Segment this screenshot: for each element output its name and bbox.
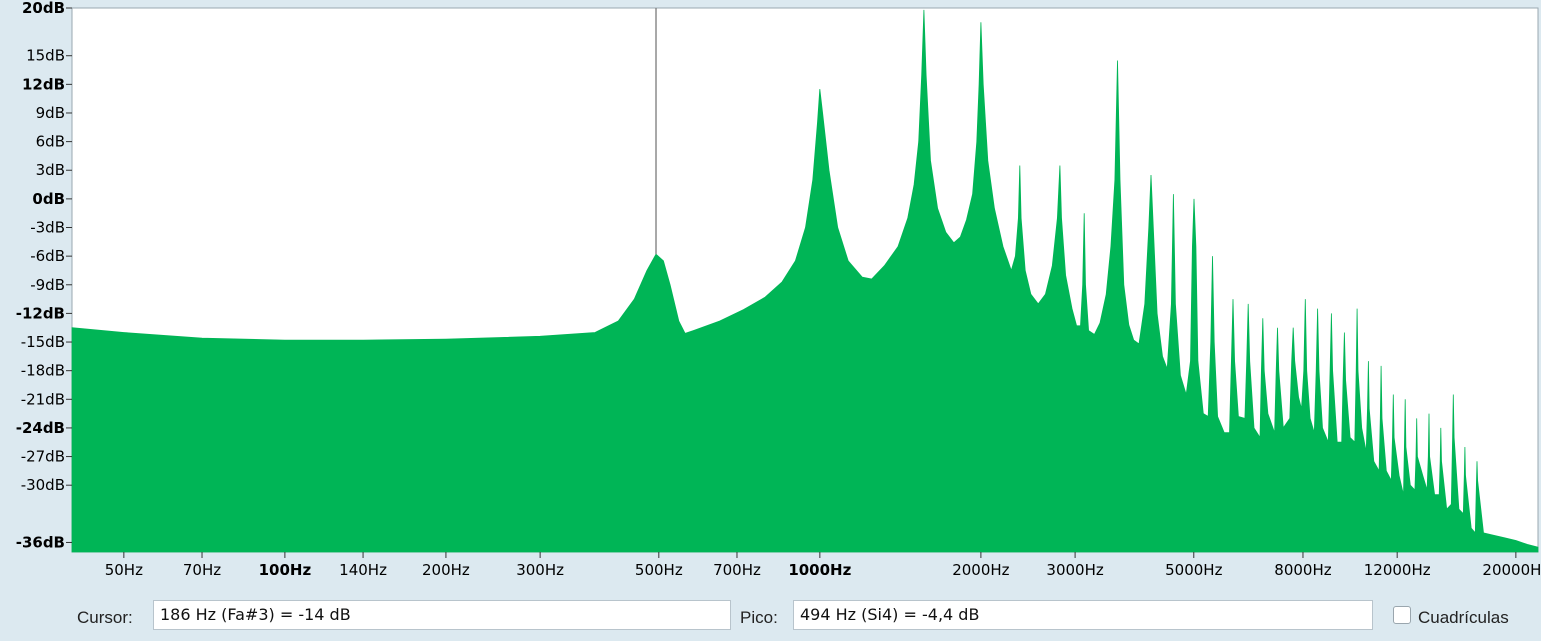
y-tick-label: -27dB <box>21 448 65 466</box>
y-tick-label: -3dB <box>30 219 65 237</box>
y-tick-label: -15dB <box>21 333 65 351</box>
y-tick-label: 6dB <box>36 133 65 151</box>
spectrum-chart: 20dB 15dB 12dB 9dB 6dB 3dB 0dB -3dB -6dB -9dB -12d… <box>16 0 1541 579</box>
y-axis: 20dB 15dB 12dB 9dB 6dB 3dB 0dB -3dB -6dB -9dB -12d… <box>16 0 72 551</box>
y-tick-label: -36dB <box>16 533 65 551</box>
y-tick-label: 20dB <box>22 0 65 17</box>
x-tick-label: 100Hz <box>259 561 312 579</box>
x-tick-label: 70Hz <box>183 561 221 579</box>
y-tick-label: -18dB <box>21 362 65 380</box>
y-tick-label: 15dB <box>26 47 65 65</box>
x-tick-label: 12000Hz <box>1364 561 1431 579</box>
cursor-readout-field: 186 Hz (Fa#3) = -14 dB <box>153 600 731 630</box>
x-tick-label: 300Hz <box>516 561 564 579</box>
y-tick-label: -9dB <box>30 276 65 294</box>
grid-checkbox-label[interactable]: Cuadrículas <box>1418 608 1509 628</box>
x-tick-label: 700Hz <box>713 561 761 579</box>
y-tick-label: -6dB <box>30 247 65 265</box>
status-bar: Cursor: 186 Hz (Fa#3) = -14 dB Pico: 494… <box>0 596 1541 641</box>
x-tick-label: 8000Hz <box>1274 561 1331 579</box>
y-tick-label: -24dB <box>16 419 65 437</box>
x-tick-label: 5000Hz <box>1165 561 1222 579</box>
x-tick-label: 200Hz <box>422 561 470 579</box>
x-tick-label: 50Hz <box>105 561 143 579</box>
peak-label: Pico: <box>740 608 778 627</box>
peak-readout-field: 494 Hz (Si4) = -4,4 dB <box>793 600 1373 630</box>
cursor-label: Cursor: <box>77 608 133 627</box>
x-tick-label: 3000Hz <box>1046 561 1103 579</box>
x-tick-label: 500Hz <box>635 561 683 579</box>
y-tick-label: 0dB <box>32 190 65 208</box>
x-tick-label: 20000Hz <box>1482 561 1541 579</box>
x-tick-label: 2000Hz <box>952 561 1009 579</box>
y-tick-label: -21dB <box>21 390 65 408</box>
x-tick-label: 1000Hz <box>788 561 851 579</box>
grid-checkbox[interactable] <box>1393 606 1411 624</box>
y-tick-label: 12dB <box>22 75 65 93</box>
x-axis: 50Hz 70Hz 100Hz 140Hz 200Hz 300Hz 500Hz 700Hz 10… <box>105 552 1541 579</box>
y-tick-label: -12dB <box>16 304 65 322</box>
y-tick-label: -30dB <box>21 476 65 494</box>
y-tick-label: 9dB <box>36 104 65 122</box>
y-tick-label: 3dB <box>36 161 65 179</box>
x-tick-label: 140Hz <box>339 561 387 579</box>
